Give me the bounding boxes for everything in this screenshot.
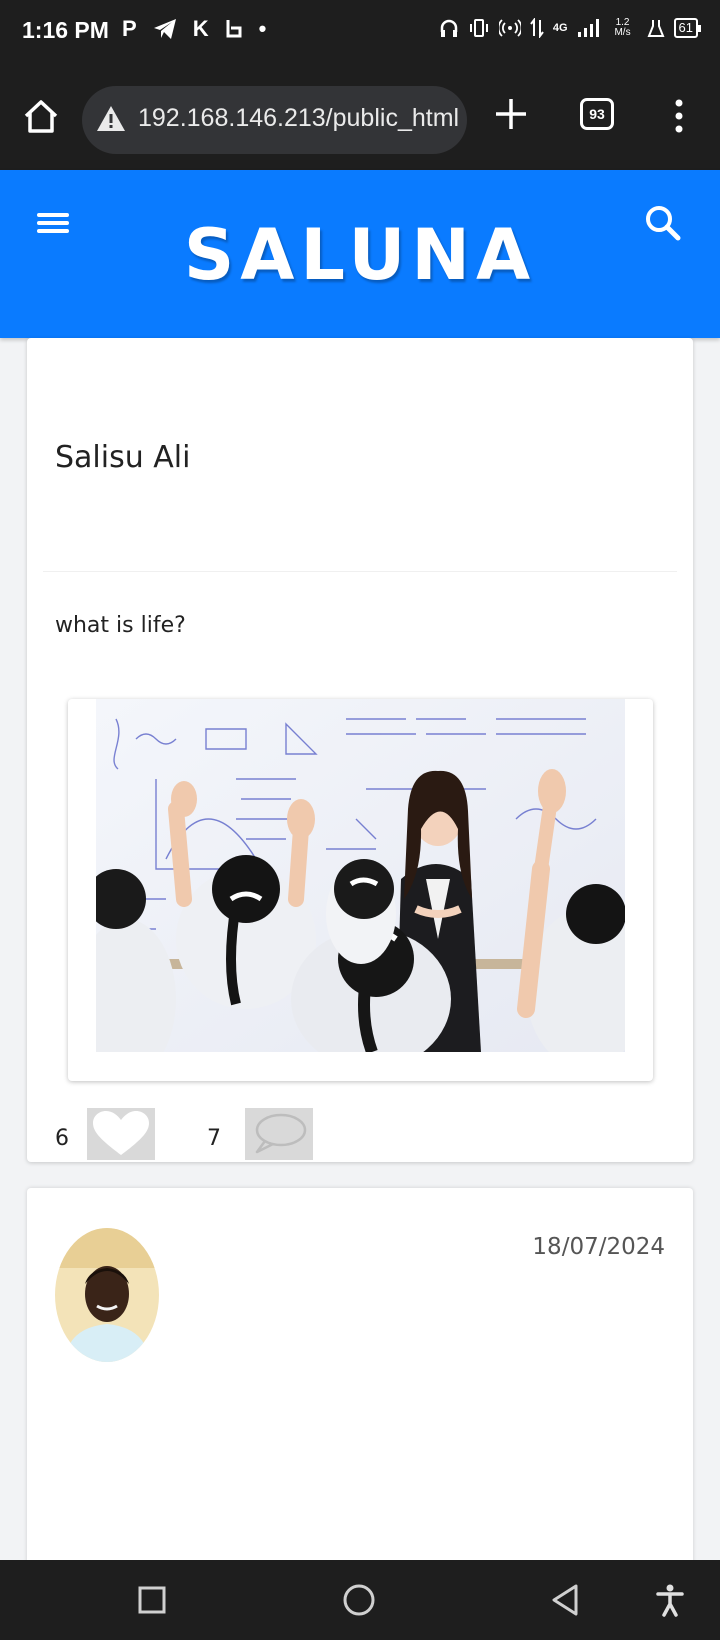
post-text: what is life? xyxy=(55,613,186,638)
like-count: 6 xyxy=(55,1126,69,1151)
search-icon[interactable] xyxy=(644,204,682,242)
recents-icon[interactable] xyxy=(134,1582,170,1618)
app-header: SALUNA xyxy=(0,170,720,338)
tab-switcher-button[interactable]: 93 xyxy=(580,98,614,130)
more-options-icon[interactable] xyxy=(664,98,694,134)
like-button[interactable] xyxy=(87,1108,155,1160)
battery-indicator: 61 xyxy=(673,18,702,38)
comment-button[interactable] xyxy=(245,1108,313,1160)
network-type: 4G xyxy=(552,22,568,34)
back-icon[interactable] xyxy=(548,1582,584,1618)
flask-icon xyxy=(647,20,665,37)
address-bar[interactable]: 192.168.146.213/public_html xyxy=(82,86,467,154)
warning-icon[interactable] xyxy=(96,104,126,134)
post-image[interactable] xyxy=(96,699,625,1052)
p-app-icon: P xyxy=(122,16,137,41)
new-tab-icon[interactable] xyxy=(493,96,529,132)
home-icon[interactable] xyxy=(22,98,60,134)
hotspot-icon xyxy=(498,19,521,37)
system-nav-bar xyxy=(0,1560,720,1640)
k-app-icon: K xyxy=(192,16,209,41)
comment-icon xyxy=(255,1113,307,1154)
url-text[interactable]: 192.168.146.213/public_html xyxy=(138,104,459,133)
post-author[interactable]: Salisu Ali xyxy=(55,440,190,475)
status-time: 1:16 PM xyxy=(22,17,109,43)
home-nav-icon[interactable] xyxy=(341,1582,377,1618)
status-right-icons: 4G 1.2 M/s 61 xyxy=(439,17,702,38)
post-image-frame[interactable] xyxy=(68,699,653,1081)
headphones-icon xyxy=(440,19,458,37)
status-left-icons: P K • xyxy=(122,16,266,42)
brand-logo[interactable]: SALUNA xyxy=(0,214,720,296)
status-dot: • xyxy=(258,16,267,41)
comment-count: 7 xyxy=(207,1126,221,1151)
network-speed: 1.2 M/s xyxy=(614,17,631,38)
status-bar: 1:16 PM P K • 4G 1.2 M/s 61 xyxy=(0,0,720,62)
post-date: 18/07/2024 xyxy=(532,1234,665,1260)
vibrate-icon xyxy=(469,19,488,37)
notification-icon xyxy=(226,20,242,38)
avatar[interactable] xyxy=(55,1228,159,1362)
data-arrows-icon xyxy=(530,18,544,38)
telegram-icon xyxy=(153,19,176,39)
accessibility-icon[interactable] xyxy=(652,1582,688,1618)
signal-icon xyxy=(577,19,599,37)
divider xyxy=(43,571,677,572)
browser-toolbar: 192.168.146.213/public_html 93 xyxy=(0,62,720,170)
post-card: Salisu Ali what is life? 6 7 xyxy=(27,338,693,1162)
post-card: 18/07/2024 xyxy=(27,1188,693,1588)
heart-icon xyxy=(93,1111,149,1155)
